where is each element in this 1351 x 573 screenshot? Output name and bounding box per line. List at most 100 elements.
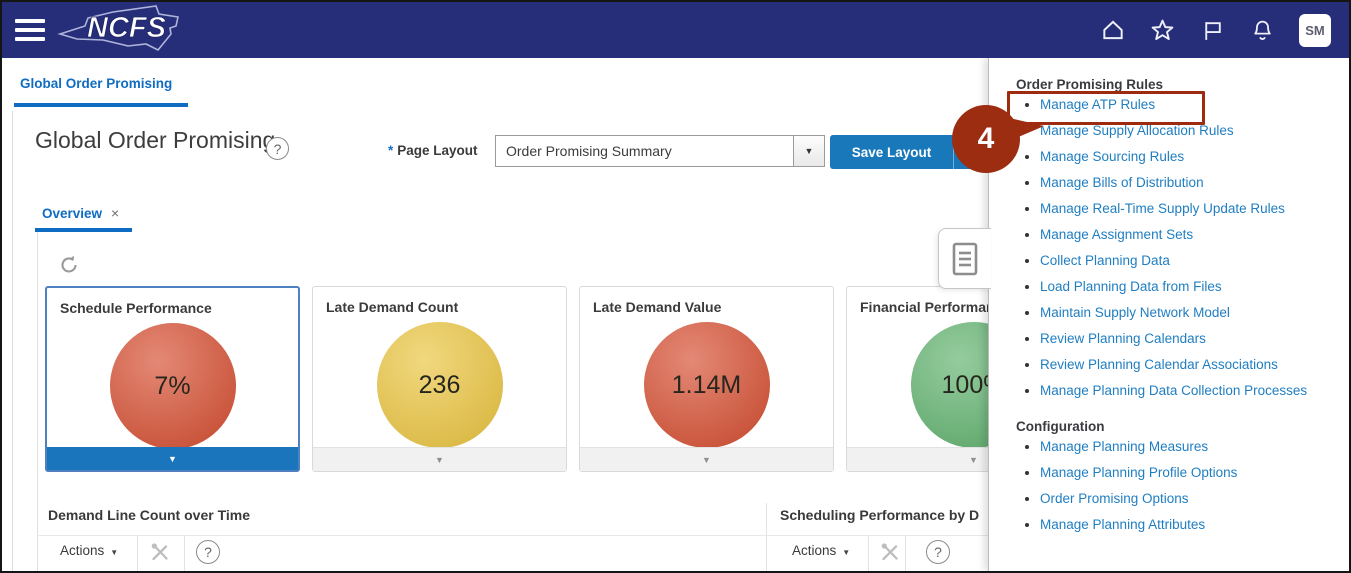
kpi-card-title: Late Demand Value (593, 299, 721, 315)
kpi-circle: 100% (911, 322, 989, 448)
refresh-icon[interactable] (57, 253, 81, 277)
kpi-card-2[interactable]: Late Demand Value1.14M▼ (579, 286, 834, 472)
task-list-item: Collect Planning Data (1040, 248, 1349, 274)
select-dropdown-button[interactable]: ▼ (793, 136, 824, 166)
page-layout-select[interactable]: Order Promising Summary ▼ (495, 135, 825, 167)
task-link[interactable]: Manage Sourcing Rules (1040, 149, 1184, 164)
tasks-panel-drawer-handle[interactable] (938, 228, 991, 289)
kpi-card-expander[interactable]: ▼ (847, 447, 988, 471)
task-link[interactable]: Manage Planning Attributes (1040, 517, 1205, 532)
task-list-item: Maintain Supply Network Model (1040, 300, 1349, 326)
chart-tools-icon[interactable] (148, 540, 172, 564)
task-list-item: Manage Planning Profile Options (1040, 460, 1349, 486)
help-icon[interactable]: ? (196, 540, 220, 564)
task-list-item: Review Planning Calendar Associations (1040, 352, 1349, 378)
app-window: NCFS SM Glo (0, 0, 1351, 573)
task-section-heading: Configuration (1016, 419, 1349, 435)
actions-menu-left[interactable]: Actions▼ (60, 543, 118, 558)
toolbar-divider (905, 536, 906, 571)
home-icon[interactable] (1099, 17, 1126, 44)
tasks-panel: Order Promising RulesManage ATP RulesMan… (988, 58, 1349, 571)
kpi-card-1[interactable]: Late Demand Count 236▼ (312, 286, 567, 472)
section-divider (766, 503, 767, 571)
chart-tools-icon[interactable] (878, 540, 902, 564)
kpi-card-3[interactable]: Financial Performance 100%▼ (846, 286, 988, 472)
task-link[interactable]: Order Promising Options (1040, 491, 1189, 506)
task-list-item: Manage Planning Attributes (1040, 512, 1349, 538)
task-list-item: Manage Planning Data Collection Processe… (1040, 378, 1349, 404)
kpi-circle: 7% (110, 323, 236, 449)
task-link[interactable]: Load Planning Data from Files (1040, 279, 1222, 294)
nav-tab-strip: Global Order Promising (2, 58, 988, 111)
task-link[interactable]: Maintain Supply Network Model (1040, 305, 1230, 320)
callout-step-number: 4 (952, 105, 1020, 173)
toolbar-divider (868, 536, 869, 571)
kpi-card-title: Financial Performance (860, 299, 988, 315)
task-list-item: Manage ATP Rules (1040, 92, 1349, 118)
kpi-card-0[interactable]: Schedule Performance 7%▼ (45, 286, 300, 472)
notifications-bell-icon[interactable] (1249, 17, 1276, 44)
task-list-item: Manage Sourcing Rules (1040, 144, 1349, 170)
task-list-item: Load Planning Data from Files (1040, 274, 1349, 300)
user-avatar[interactable]: SM (1299, 14, 1331, 47)
toolbar-divider (137, 536, 138, 571)
section-title-demand-line-count: Demand Line Count over Time (48, 507, 250, 523)
task-link[interactable]: Manage ATP Rules (1040, 97, 1155, 112)
task-link[interactable]: Review Planning Calendars (1040, 331, 1206, 346)
task-link[interactable]: Manage Bills of Distribution (1040, 175, 1204, 190)
kpi-card-expander[interactable]: ▼ (313, 447, 566, 471)
kpi-circle: 236 (377, 322, 503, 448)
task-section-heading: Order Promising Rules (1016, 77, 1349, 93)
help-icon[interactable]: ? (926, 540, 950, 564)
actions-menu-right[interactable]: Actions▼ (792, 543, 850, 558)
page-title: Global Order Promising (35, 127, 275, 154)
page-layout-value: Order Promising Summary (496, 143, 793, 159)
toolbar-top-border (37, 535, 988, 536)
overview-tab-underline (35, 228, 132, 232)
active-tab-underline (14, 103, 188, 107)
task-section-1: ConfigurationManage Planning MeasuresMan… (989, 419, 1349, 538)
logo-text: NCFS (87, 12, 167, 44)
task-list-item: Review Planning Calendars (1040, 326, 1349, 352)
kpi-card-expander[interactable]: ▼ (47, 447, 298, 470)
task-list-item: Manage Assignment Sets (1040, 222, 1349, 248)
chevron-down-icon: ▼ (805, 146, 814, 156)
task-link[interactable]: Manage Planning Profile Options (1040, 465, 1237, 480)
task-link-list: Manage ATP Rules Manage Supply Allocation… (989, 92, 1349, 404)
menu-icon[interactable] (15, 19, 45, 41)
task-list-item: Manage Real-Time Supply Update Rules (1040, 196, 1349, 222)
main-content: Global Order Promising ? *Page Layout Or… (2, 111, 988, 571)
task-link[interactable]: Manage Supply Allocation Rules (1040, 123, 1234, 138)
task-link-list: Manage Planning Measures Manage Planning … (989, 434, 1349, 538)
tab-overview[interactable]: Overview× (42, 205, 119, 221)
task-link[interactable]: Manage Planning Data Collection Processe… (1040, 383, 1307, 398)
close-icon[interactable]: × (111, 205, 119, 221)
required-marker: * (388, 143, 393, 158)
flag-icon[interactable] (1199, 17, 1226, 44)
save-layout-label: Save Layout (830, 145, 953, 160)
task-link[interactable]: Manage Real-Time Supply Update Rules (1040, 201, 1285, 216)
favorites-star-icon[interactable] (1149, 17, 1176, 44)
task-list-item: Manage Planning Measures (1040, 434, 1349, 460)
kpi-card-title: Schedule Performance (60, 300, 212, 316)
section-title-scheduling-performance: Scheduling Performance by D (780, 507, 979, 523)
kpi-cards-row: Schedule Performance7%▼Late Demand Count… (45, 286, 988, 472)
task-link[interactable]: Review Planning Calendar Associations (1040, 357, 1278, 372)
chevron-down-icon: ▼ (842, 548, 850, 557)
kpi-card-title: Late Demand Count (326, 299, 458, 315)
task-list-item: Order Promising Options (1040, 486, 1349, 512)
tab-global-order-promising[interactable]: Global Order Promising (20, 76, 172, 91)
task-list-item: Manage Supply Allocation Rules (1040, 118, 1349, 144)
page-help-icon[interactable]: ? (266, 137, 289, 160)
task-list-item: Manage Bills of Distribution (1040, 170, 1349, 196)
top-navbar: NCFS SM (2, 2, 1349, 58)
ncfs-logo: NCFS (57, 3, 197, 57)
kpi-card-expander[interactable]: ▼ (580, 447, 833, 471)
content-left-border (12, 111, 13, 571)
task-link[interactable]: Collect Planning Data (1040, 253, 1170, 268)
toolbar-divider (184, 536, 185, 571)
task-link[interactable]: Manage Assignment Sets (1040, 227, 1193, 242)
overview-panel-border (37, 232, 38, 571)
task-link[interactable]: Manage Planning Measures (1040, 439, 1208, 454)
page-layout-label: *Page Layout (388, 143, 478, 158)
